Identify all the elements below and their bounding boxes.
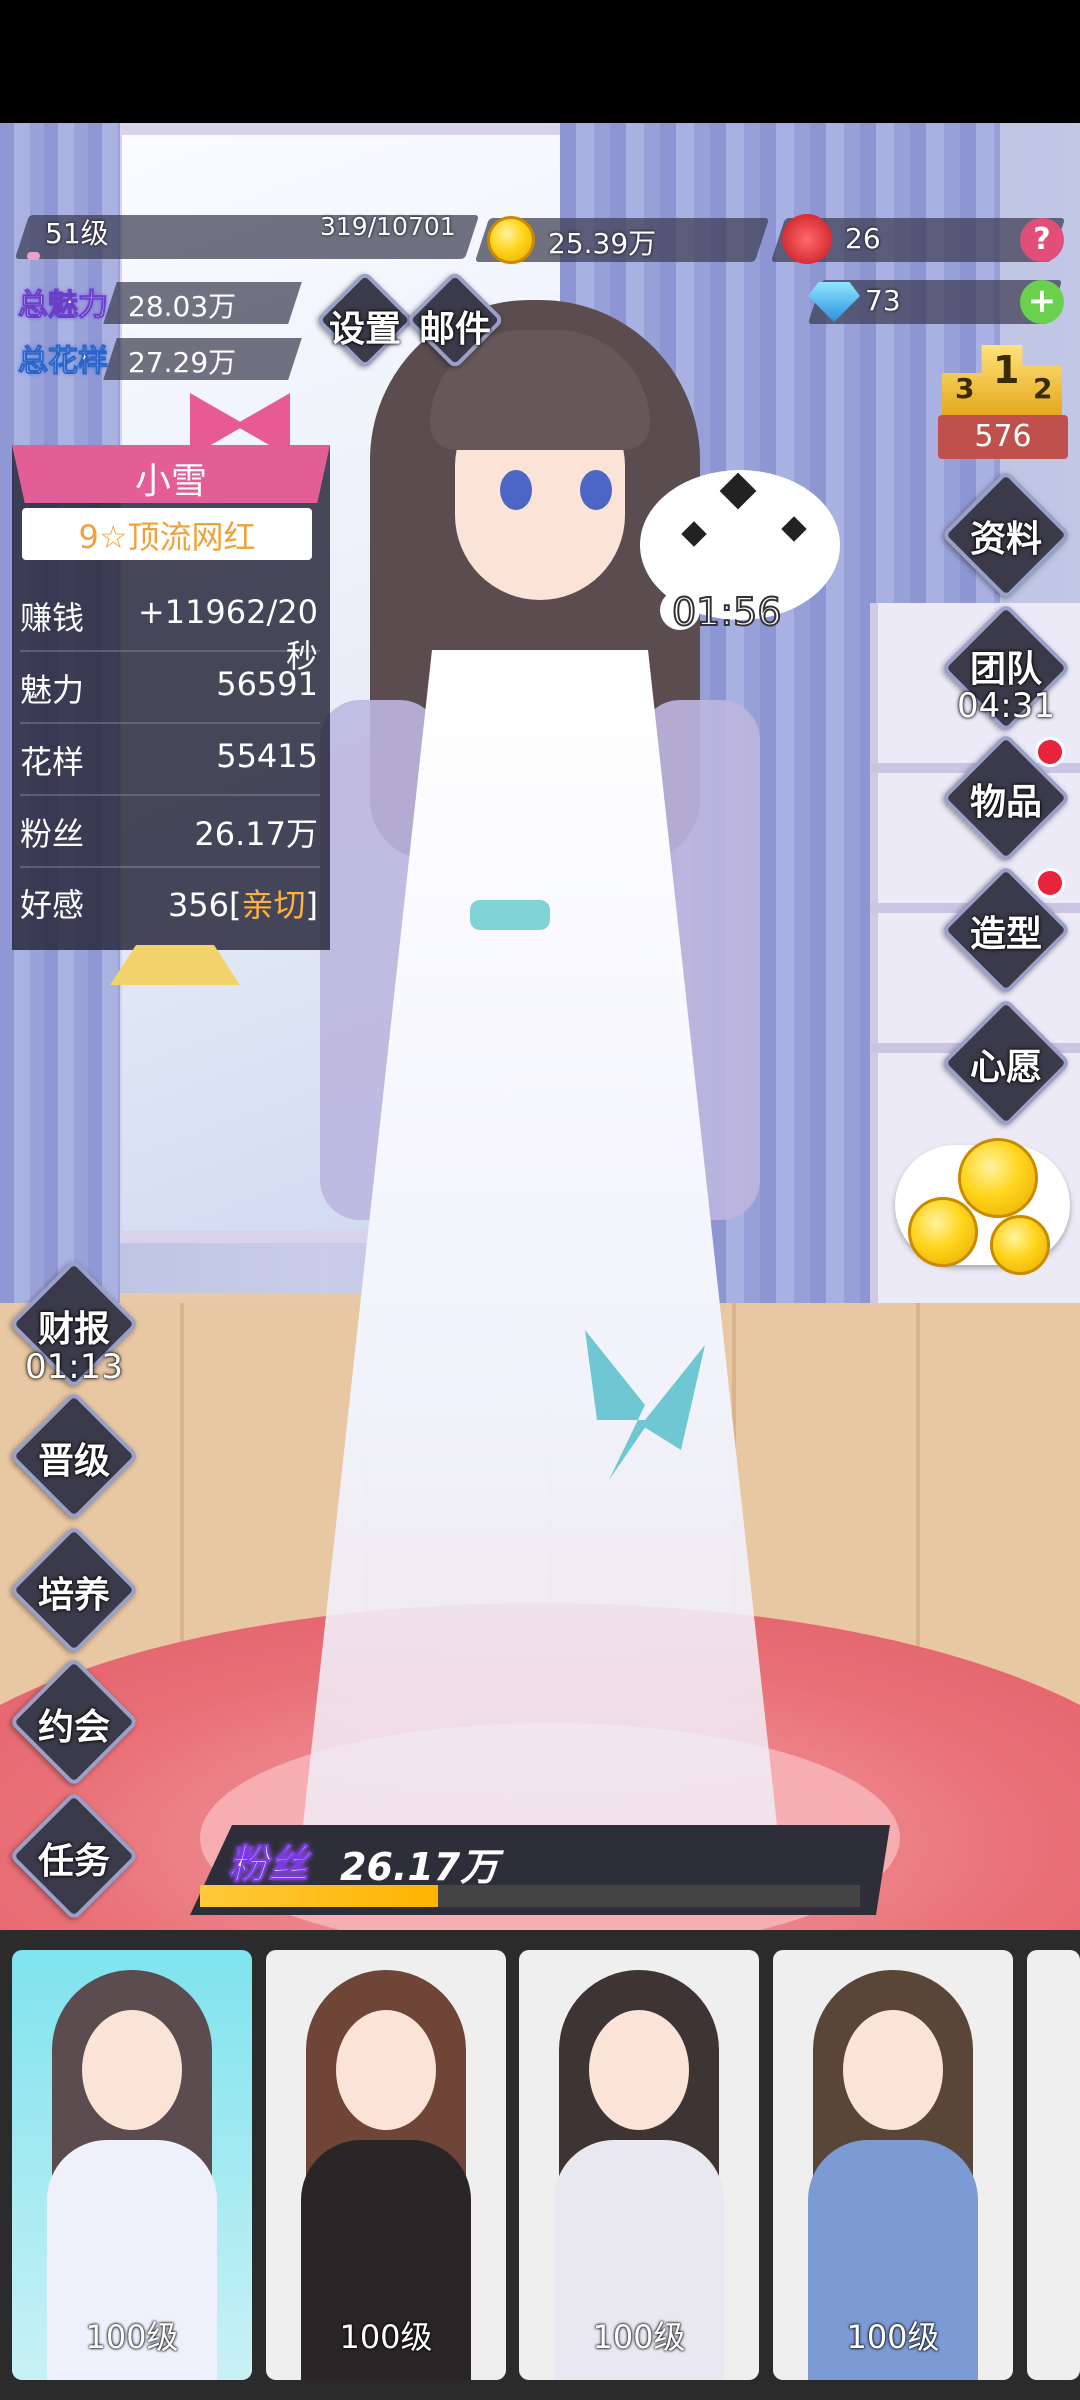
character-card[interactable]: 100级 [519, 1950, 759, 2380]
promote-button[interactable]: 晋级 [4, 1432, 144, 1484]
total-style-value: 27.29万 [128, 346, 237, 379]
notification-dot [1035, 868, 1065, 898]
gold-value: 25.39万 [548, 227, 657, 260]
card-face [336, 2010, 436, 2130]
report-timer: 01:13 [25, 1347, 123, 1387]
card-level: 100级 [592, 2318, 686, 2356]
character-name: 小雪 [134, 461, 207, 502]
character-card[interactable]: 100级 [12, 1950, 252, 2380]
team-timer: 04:31 [957, 686, 1055, 726]
fans-value: 26.17万 [194, 815, 318, 853]
divider [20, 866, 320, 868]
style-label: 花样 [20, 743, 85, 781]
card-face [843, 2010, 943, 2130]
affection-value: 356[亲切] [118, 880, 318, 926]
help-button[interactable]: ? [1020, 218, 1064, 262]
style-value: 55415 [216, 737, 318, 775]
affection-number: 356[ [167, 886, 242, 924]
card-face [82, 2010, 182, 2130]
divider [20, 794, 320, 796]
fans-label: 粉丝 [20, 815, 85, 853]
total-style-label: 总花样 [18, 344, 109, 380]
fans-bar-label: 粉丝 [228, 1842, 309, 1889]
diamond-value: 73 [865, 284, 901, 317]
add-diamond-button[interactable]: + [1020, 280, 1064, 324]
level-text: 51级 [45, 217, 109, 250]
rose-icon [782, 214, 832, 264]
character-eye-left [500, 470, 532, 510]
rose-value: 26 [845, 222, 881, 255]
coin-icon [487, 216, 535, 264]
charm-value: 56591 [216, 665, 318, 703]
rank-digit-2: 2 [1033, 372, 1053, 405]
card-level: 100级 [846, 2318, 940, 2356]
divider [20, 722, 320, 724]
report-button[interactable]: 财报 [4, 1300, 144, 1352]
mail-button[interactable]: 邮件 [385, 300, 525, 352]
items-button[interactable]: 物品 [936, 773, 1076, 825]
rank-digit-1: 1 [993, 348, 1020, 392]
coin-icon [958, 1138, 1038, 1218]
ranking-value[interactable]: 576 [938, 415, 1068, 459]
total-charm-value: 28.03万 [128, 290, 237, 323]
character-card-partial[interactable] [1027, 1950, 1080, 2380]
wish-button[interactable]: 心愿 [936, 1038, 1076, 1090]
card-level: 100级 [85, 2318, 179, 2356]
dress-ribbon [470, 900, 550, 930]
exp-fill [27, 252, 40, 260]
team-button[interactable]: 团队 [936, 640, 1076, 692]
affection-label: 好感 [20, 886, 85, 924]
bubble-timer: 01:56 [671, 589, 783, 635]
character-eye-right [580, 470, 612, 510]
card-level: 100级 [339, 2318, 433, 2356]
rank-text: 9☆顶流网红 [78, 518, 256, 556]
character-card[interactable]: 100级 [266, 1950, 506, 2380]
affection-bracket: ] [305, 886, 318, 924]
divider [20, 650, 320, 652]
coin-icon [990, 1215, 1050, 1275]
rank-digit-3: 3 [955, 372, 975, 405]
charm-label: 魅力 [20, 671, 85, 709]
character-card[interactable]: 100级 [773, 1950, 1013, 2380]
fans-bar-value: 26.17万 [340, 1845, 499, 1889]
affection-level: 亲切 [241, 886, 306, 924]
styling-button[interactable]: 造型 [936, 905, 1076, 957]
card-face [589, 2010, 689, 2130]
date-button[interactable]: 约会 [4, 1698, 144, 1750]
exp-text: 319/10701 [320, 212, 456, 241]
total-charm-label: 总魅力 [18, 288, 109, 324]
earn-label: 赚钱 [20, 599, 85, 637]
profile-button[interactable]: 资料 [936, 510, 1076, 562]
coin-icon [908, 1197, 978, 1267]
task-button[interactable]: 任务 [4, 1832, 144, 1884]
train-button[interactable]: 培养 [4, 1566, 144, 1618]
notification-dot [1035, 737, 1065, 767]
